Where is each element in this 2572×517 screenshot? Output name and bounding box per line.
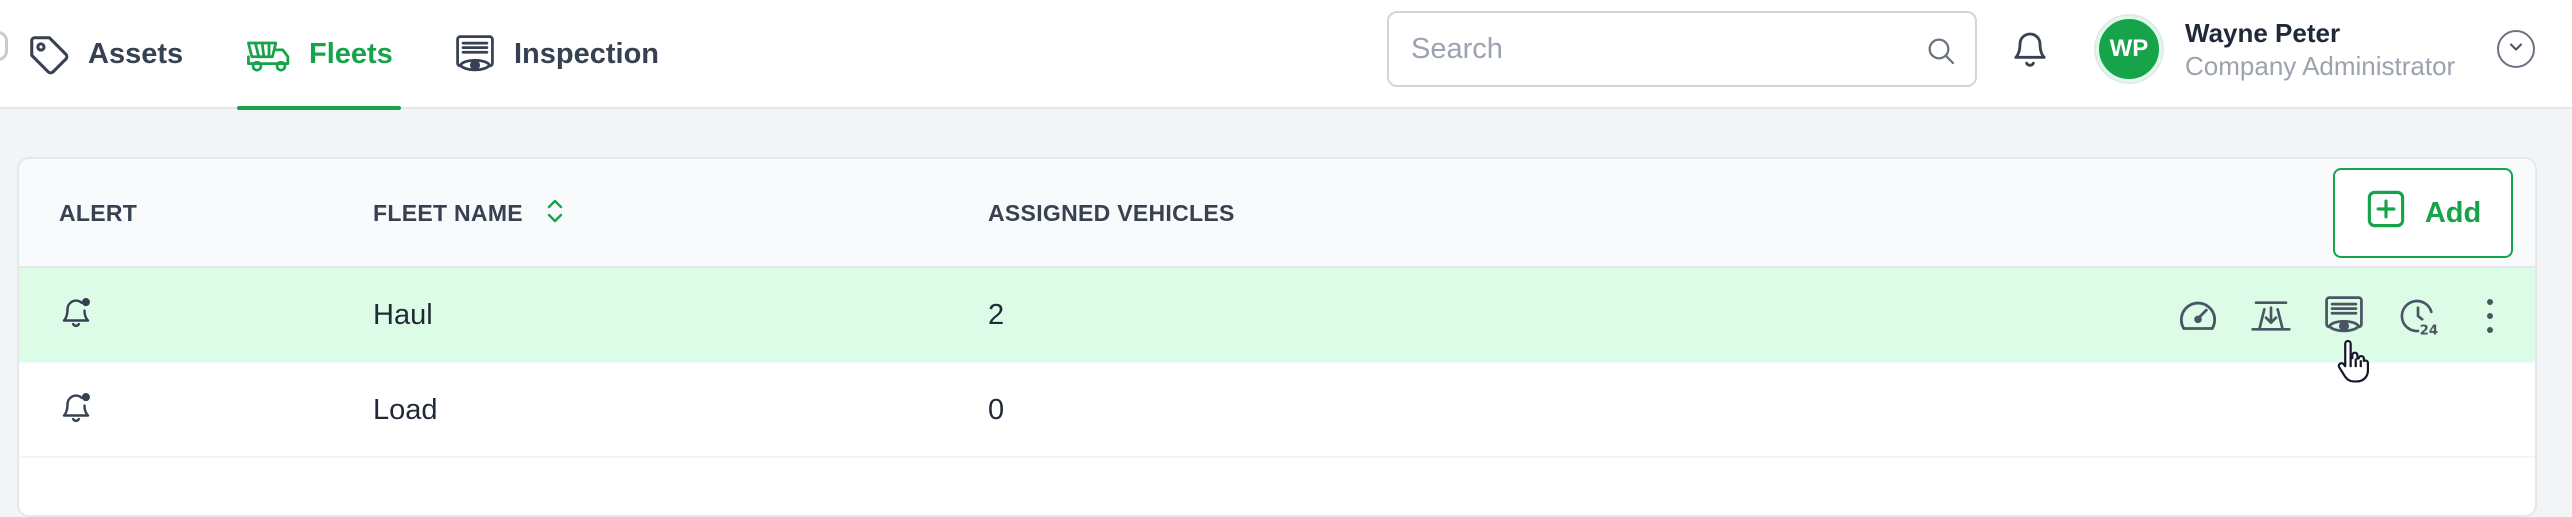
alert-cell — [59, 268, 93, 363]
table-row[interactable]: Load 0 — [19, 363, 2535, 458]
speedometer-icon[interactable] — [2174, 294, 2222, 338]
more-vertical-icon[interactable] — [2466, 294, 2514, 338]
notification-bell-icon[interactable] — [2010, 27, 2050, 76]
bell-alert-icon[interactable] — [59, 295, 93, 337]
tab-fleets[interactable]: Fleets — [237, 0, 401, 110]
fleet-vehicle-icon — [245, 35, 293, 75]
chevron-down-icon — [2506, 37, 2526, 62]
tab-assets-label: Assets — [88, 38, 184, 70]
fleets-table-card: ALERT FLEET NAME ASSIGNED VEHICLES Add H… — [17, 157, 2537, 517]
assigned-vehicles-cell: 0 — [988, 394, 1005, 426]
user-role: Company Administrator — [2185, 51, 2456, 81]
inspection-eye-icon[interactable] — [2320, 294, 2368, 338]
column-header-fleet-name[interactable]: FLEET NAME — [373, 159, 565, 268]
history-24-icon[interactable]: 24 — [2394, 294, 2442, 338]
fleet-name-cell: Haul — [373, 299, 433, 331]
menu-edge-icon[interactable] — [0, 31, 8, 61]
tab-fleets-label: Fleets — [309, 38, 393, 70]
sort-icon[interactable] — [545, 198, 565, 230]
top-navigation-bar: Assets Fleets Inspection Search WP Wayne… — [0, 0, 2572, 110]
tire-fit-icon[interactable] — [2247, 294, 2295, 338]
column-header-assigned-vehicles: ASSIGNED VEHICLES — [988, 200, 1235, 226]
column-header-alert: ALERT — [59, 200, 138, 226]
hand-pointer-cursor-icon — [2335, 339, 2370, 389]
search-input[interactable] — [1411, 13, 1911, 85]
tab-inspection-label: Inspection — [514, 38, 660, 70]
table-header: ALERT FLEET NAME ASSIGNED VEHICLES Add — [19, 159, 2535, 268]
alert-cell — [59, 363, 93, 458]
add-button-label: Add — [2424, 196, 2482, 229]
user-menu-toggle[interactable] — [2497, 30, 2535, 68]
assigned-vehicles-cell: 2 — [988, 299, 1005, 331]
avatar-initials: WP — [2109, 35, 2149, 62]
table-row[interactable]: Haul 2 24 — [19, 268, 2535, 363]
inspection-eye-icon — [452, 33, 498, 77]
plus-square-icon — [2365, 188, 2407, 238]
add-fleet-button[interactable]: Add — [2333, 168, 2513, 258]
user-name: Wayne Peter — [2185, 18, 2341, 48]
search-box — [1387, 11, 1977, 87]
tag-icon — [26, 32, 72, 78]
avatar[interactable]: WP — [2096, 16, 2162, 82]
fleet-name-cell: Load — [373, 394, 438, 426]
tab-assets[interactable]: Assets — [26, 0, 183, 109]
svg-text:24: 24 — [2420, 323, 2438, 336]
search-icon[interactable] — [1925, 35, 1957, 72]
bell-alert-icon[interactable] — [59, 390, 93, 432]
tab-inspection[interactable]: Inspection — [452, 0, 659, 109]
